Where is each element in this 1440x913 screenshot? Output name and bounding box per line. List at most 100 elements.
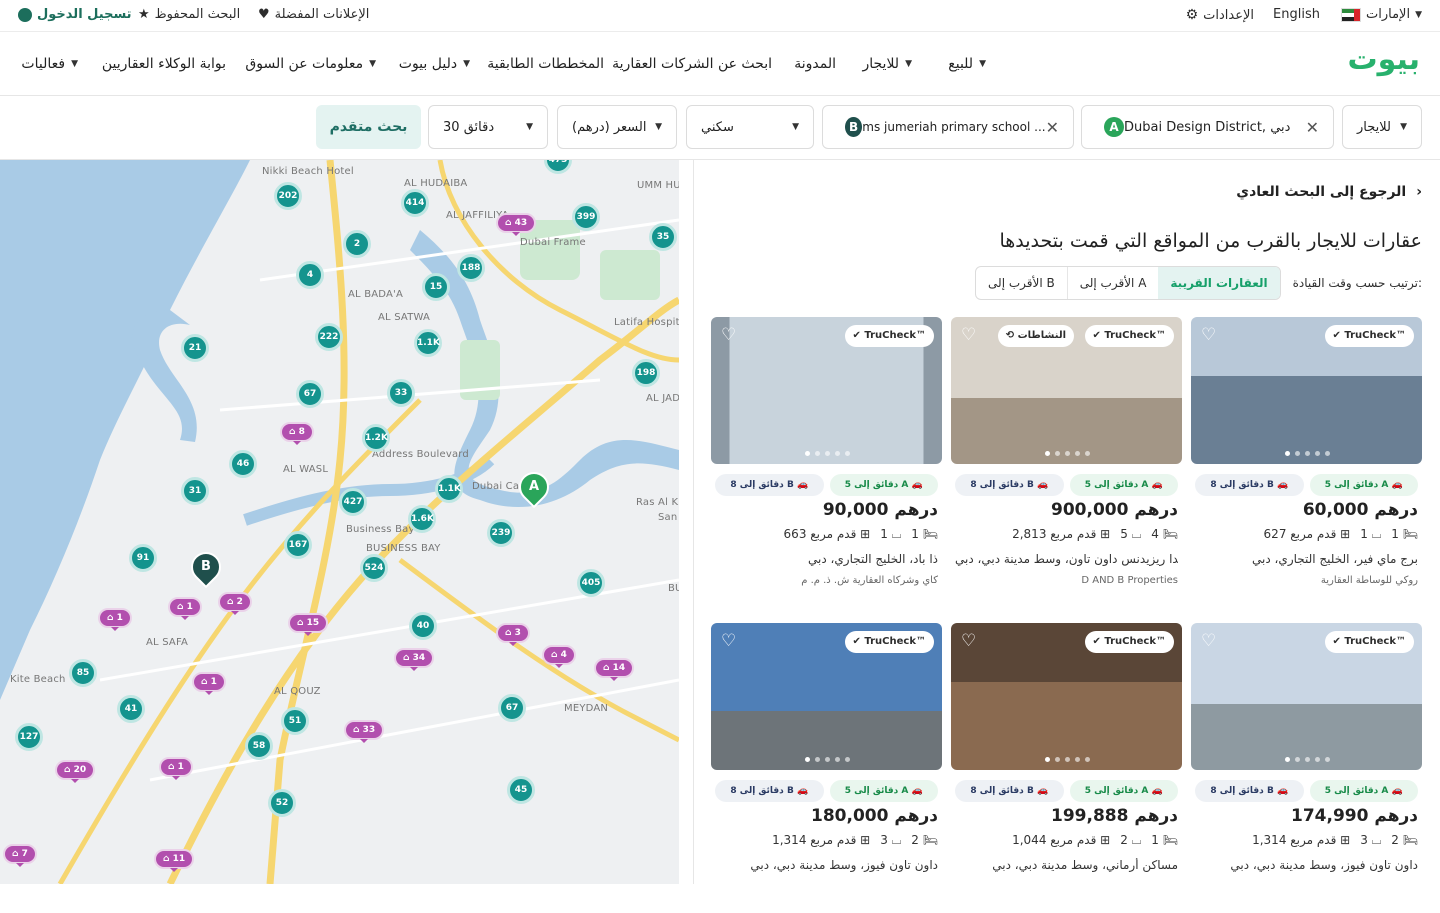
building-marker[interactable]: ⌂ 1	[98, 608, 132, 631]
listing-photo[interactable]: ✔ TruCheck™ ♡	[1191, 317, 1422, 464]
map-cluster-marker[interactable]: 21	[181, 334, 209, 362]
map-cluster-marker[interactable]: 52	[268, 789, 296, 817]
nav-item-blog[interactable]: المدونة	[794, 56, 836, 72]
country-selector[interactable]: الإمارات ▼	[1341, 7, 1422, 22]
location-b-input[interactable]: B ms jumeriah primary school ... ✕	[822, 105, 1074, 149]
nav-item-agent-portal[interactable]: بوابة الوكلاء العقاريين	[102, 56, 226, 72]
listing-photo[interactable]: ✔ TruCheck™ ♡	[711, 623, 942, 770]
listing-card[interactable]: ✔ TruCheck™ ♡ 8 دقائق إلى B 🚗 5 دقائق إلى A…	[1191, 317, 1422, 607]
map-cluster-marker[interactable]: 399	[572, 203, 600, 231]
nav-item-floor-plans[interactable]: المخططات الطابقية	[487, 56, 604, 72]
nav-item-sale[interactable]: للبيع ▼	[948, 56, 986, 72]
map-cluster-marker[interactable]: 198	[632, 359, 660, 387]
building-marker[interactable]: ⌂ 7	[3, 844, 37, 867]
nav-item-events[interactable]: فعاليات ▼	[21, 56, 78, 72]
map-cluster-marker[interactable]: 15	[422, 273, 450, 301]
commute-select[interactable]: 30 دقائق ▼	[428, 105, 548, 149]
map-cluster-marker[interactable]: 167	[284, 531, 312, 559]
location-a-input[interactable]: A Dubai Design District, دبي ✕	[1081, 105, 1334, 149]
activity-badge[interactable]: ⟲ النشاطات	[997, 325, 1074, 347]
map-cluster-marker[interactable]: 91	[129, 544, 157, 572]
map-cluster-marker[interactable]: 35	[649, 223, 677, 251]
map-cluster-marker[interactable]: 202	[274, 182, 302, 210]
listing-card[interactable]: ✔ TruCheck™ ♡ 8 دقائق إلى B 🚗 5 دقائق إلى A…	[951, 623, 1182, 913]
building-marker[interactable]: ⌂ 1	[192, 672, 226, 695]
map-cluster-marker[interactable]: 31	[181, 477, 209, 505]
map-cluster-marker[interactable]: 1.2K	[362, 424, 390, 452]
nav-item-market-info[interactable]: معلومات عن السوق ▼	[245, 56, 376, 72]
login-link[interactable]: تسجيل الدخول	[18, 7, 132, 22]
map-cluster-marker[interactable]: 127	[15, 723, 43, 751]
building-marker[interactable]: ⌂ 2	[218, 592, 252, 615]
advanced-search-button[interactable]: بحث متقدم	[316, 105, 421, 149]
price-select[interactable]: السعر (درهم) ▼	[557, 105, 677, 149]
map-cluster-marker[interactable]: 414	[401, 189, 429, 217]
map-cluster-marker[interactable]: 4	[296, 261, 324, 289]
sort-option-nearby[interactable]: العقارات القريبة	[1158, 267, 1280, 299]
map-cluster-marker[interactable]: 222	[315, 323, 343, 351]
building-marker[interactable]: ⌂ 4	[542, 645, 576, 668]
favorite-heart-icon[interactable]: ♡	[961, 325, 976, 345]
building-marker[interactable]: ⌂ 20	[55, 760, 96, 783]
map-cluster-marker[interactable]: 85	[69, 659, 97, 687]
nav-item-bayut-guide[interactable]: دليل بيوت ▼	[399, 56, 470, 72]
map-cluster-marker[interactable]: 67	[498, 694, 526, 722]
map-cluster-marker[interactable]: 58	[245, 732, 273, 760]
map-cluster-marker[interactable]: 1.6K	[408, 505, 436, 533]
back-to-normal-search-link[interactable]: الرجوع إلى البحث العادي ›	[1236, 184, 1422, 200]
category-select[interactable]: سكني ▼	[686, 105, 814, 149]
building-marker[interactable]: ⌂ 1	[159, 757, 193, 780]
settings-link[interactable]: ⚙ الإعدادات	[1186, 7, 1254, 23]
listing-photo[interactable]: ✔ TruCheck™ ♡	[951, 623, 1182, 770]
results-map[interactable]: Nikki Beach Hotel AL HUDAIBA UMM HU AL JAFF…	[0, 160, 679, 884]
map-cluster-marker[interactable]: 45	[507, 776, 535, 804]
listing-card[interactable]: ✔ TruCheck™ ⟲ النشاطات ♡ 8 دقائق إلى B 🚗 5 د…	[951, 317, 1182, 607]
favorite-heart-icon[interactable]: ♡	[721, 325, 736, 345]
building-marker[interactable]: ⌂ 43	[496, 213, 537, 236]
map-cluster-marker[interactable]: 405	[577, 569, 605, 597]
map-cluster-marker[interactable]: 40	[409, 612, 437, 640]
map-cluster-marker[interactable]: 239	[487, 519, 515, 547]
clear-location-b-icon[interactable]: ✕	[1046, 118, 1059, 137]
map-cluster-marker[interactable]: 188	[457, 254, 485, 282]
listing-photo[interactable]: ✔ TruCheck™ ♡	[1191, 623, 1422, 770]
building-marker[interactable]: ⌂ 3	[496, 623, 530, 646]
sort-option-near-b[interactable]: الأقرب إلى B	[976, 267, 1067, 299]
clear-location-a-icon[interactable]: ✕	[1306, 118, 1319, 137]
nav-item-rent[interactable]: للايجار ▼	[862, 56, 912, 72]
listing-photo[interactable]: ✔ TruCheck™ ⟲ النشاطات ♡	[951, 317, 1182, 464]
building-marker[interactable]: ⌂ 15	[288, 613, 329, 636]
listing-card[interactable]: ✔ TruCheck™ ♡ 8 دقائق إلى B 🚗 5 دقائق إلى A…	[711, 317, 942, 607]
map-cluster-marker[interactable]: 2	[343, 230, 371, 258]
map-cluster-marker[interactable]: 67	[296, 380, 324, 408]
listing-card[interactable]: ✔ TruCheck™ ♡ 8 دقائق إلى B 🚗 5 دقائق إلى A…	[711, 623, 942, 913]
listing-photo[interactable]: ✔ TruCheck™ ♡	[711, 317, 942, 464]
map-cluster-marker[interactable]: 51	[281, 707, 309, 735]
favorite-heart-icon[interactable]: ♡	[721, 631, 736, 651]
map-cluster-marker[interactable]: 46	[229, 450, 257, 478]
language-switch[interactable]: English	[1273, 7, 1320, 22]
saved-search-link[interactable]: ★ البحث المحفوظ	[138, 7, 240, 22]
sort-option-near-a[interactable]: الأقرب إلى A	[1066, 267, 1159, 299]
building-marker[interactable]: ⌂ 1	[168, 597, 202, 620]
map-cluster-marker[interactable]: 41	[117, 695, 145, 723]
building-marker[interactable]: ⌂ 14	[594, 658, 635, 681]
map-cluster-marker[interactable]: 1.1K	[414, 329, 442, 357]
purpose-select[interactable]: للايجار ▼	[1342, 105, 1422, 149]
nav-item-find-agencies[interactable]: ابحث عن الشركات العقارية	[612, 56, 772, 72]
building-marker[interactable]: ⌂ 11	[154, 849, 195, 872]
map-cluster-marker[interactable]: 1.1K	[435, 475, 463, 503]
favorite-heart-icon[interactable]: ♡	[1201, 325, 1216, 345]
map-cluster-marker[interactable]: 524	[360, 554, 388, 582]
building-marker[interactable]: ⌂ 33	[344, 720, 385, 743]
favorite-heart-icon[interactable]: ♡	[1201, 631, 1216, 651]
favorite-heart-icon[interactable]: ♡	[961, 631, 976, 651]
listing-card[interactable]: ✔ TruCheck™ ♡ 8 دقائق إلى B 🚗 5 دقائق إلى A…	[1191, 623, 1422, 913]
map-place-label: San	[658, 512, 678, 523]
map-cluster-marker[interactable]: 33	[387, 379, 415, 407]
bayut-logo[interactable]: بيوت	[1348, 42, 1420, 77]
building-marker[interactable]: ⌂ 34	[394, 648, 435, 671]
favorites-link[interactable]: ♥ الإعلانات المفضلة	[258, 7, 369, 22]
map-cluster-marker[interactable]: 427	[339, 488, 367, 516]
building-marker[interactable]: ⌂ 8	[280, 422, 314, 445]
